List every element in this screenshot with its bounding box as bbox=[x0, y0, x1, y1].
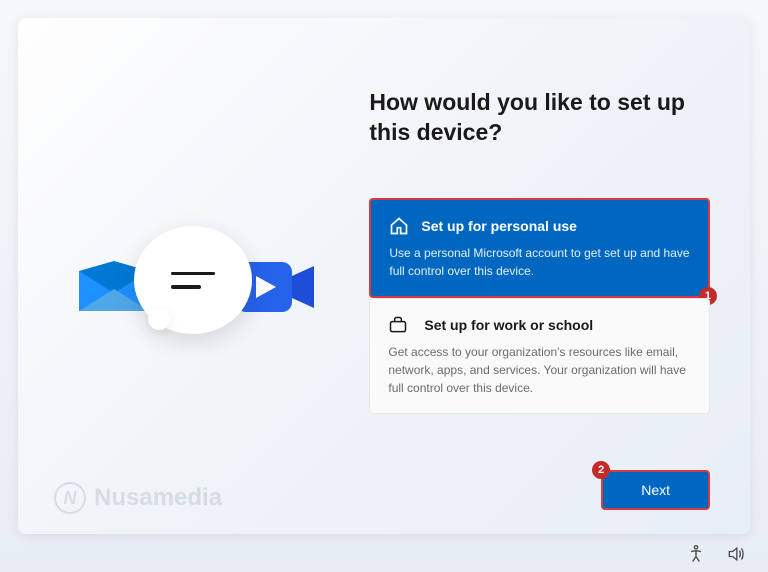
option-personal-title: Set up for personal use bbox=[421, 218, 577, 234]
briefcase-icon bbox=[388, 315, 408, 335]
watermark: N Nusamedia bbox=[54, 482, 222, 514]
setup-window: N Nusamedia How would you like to set up… bbox=[18, 18, 750, 534]
volume-icon[interactable] bbox=[726, 544, 746, 564]
watermark-text: Nusamedia bbox=[94, 484, 222, 512]
setup-illustration bbox=[74, 226, 314, 346]
option-work-desc: Get access to your organization's resour… bbox=[388, 343, 691, 397]
illustration-pane: N Nusamedia bbox=[18, 18, 369, 534]
taskbar-icons bbox=[686, 544, 746, 564]
speech-bubble-icon bbox=[134, 226, 252, 334]
accessibility-icon[interactable] bbox=[686, 544, 706, 564]
next-button-wrapper: Next 2 bbox=[601, 470, 710, 510]
setup-options: Set up for personal use Use a personal M… bbox=[369, 198, 710, 414]
option-work-school[interactable]: Set up for work or school Get access to … bbox=[369, 298, 710, 414]
content-pane: How would you like to set up this device… bbox=[369, 18, 750, 534]
next-button[interactable]: Next bbox=[601, 470, 710, 510]
watermark-logo: N bbox=[54, 482, 86, 514]
home-icon bbox=[389, 216, 409, 236]
option-work-title: Set up for work or school bbox=[424, 317, 593, 333]
page-title: How would you like to set up this device… bbox=[369, 88, 710, 148]
option-personal-use[interactable]: Set up for personal use Use a personal M… bbox=[369, 198, 710, 298]
option-personal-desc: Use a personal Microsoft account to get … bbox=[389, 244, 690, 280]
